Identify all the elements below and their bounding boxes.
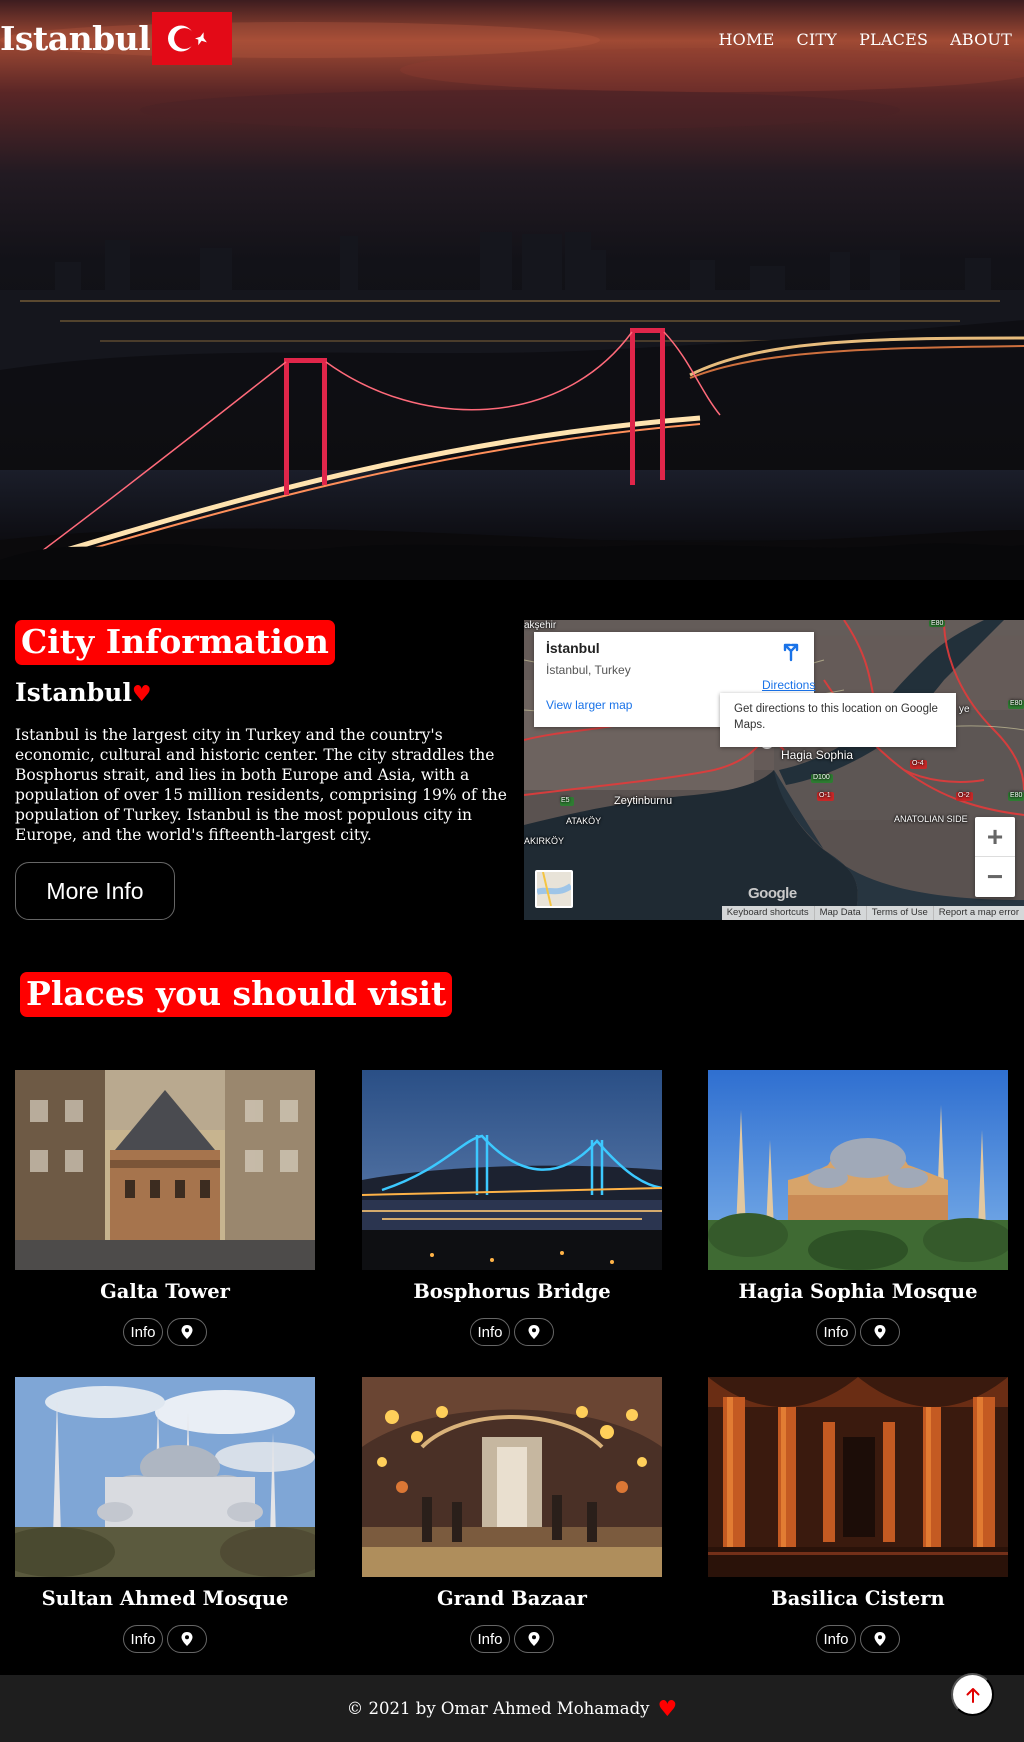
location-button[interactable] [514,1625,554,1653]
heart-icon: ♥ [131,681,152,707]
heart-icon: ♥ [657,1697,678,1722]
place-card: Galta Tower Info [15,1070,315,1370]
hagia-sophia-photo[interactable] [708,1070,1008,1270]
map-pin-icon [181,1632,193,1646]
city-description: Istanbul is the largest city in Turkey a… [15,726,507,844]
place-name: Galta Tower [100,1280,230,1303]
map-pin-icon [874,1632,886,1646]
place-actions: Info [362,1318,662,1346]
nav-places[interactable]: PLACES [859,30,928,49]
main-nav: HOME CITY PLACES ABOUT [719,30,1012,49]
arrow-up-icon [966,1687,979,1703]
place-actions: Info [708,1318,1008,1346]
place-card: Hagia Sophia Mosque Info [708,1070,1008,1370]
info-button[interactable]: Info [816,1625,856,1653]
map-data-link[interactable]: Map Data [813,906,866,920]
info-button[interactable]: Info [816,1318,856,1346]
nav-about[interactable]: ABOUT [950,30,1012,49]
city-name: Istanbul [15,678,132,707]
directions-link[interactable]: Directions [762,678,815,692]
map-shield-e80-b: E80 [931,620,944,627]
map-footer-links: Keyboard shortcuts Map Data Terms of Use… [721,906,1024,920]
place-card: Basilica Cistern Info [708,1377,1008,1677]
turkey-flag-icon [152,12,233,65]
city-name-heading: Istanbul♥ [15,678,152,707]
map-label-zeytinburnu: Zeytinburnu [614,795,673,807]
city-section-title: City Information [15,620,335,665]
location-button[interactable] [860,1318,900,1346]
location-button[interactable] [514,1318,554,1346]
zoom-in-button[interactable]: + [975,817,1015,857]
nav-city[interactable]: CITY [796,30,837,49]
basilica-cistern-photo[interactable] [708,1377,1008,1577]
map-shield-e80-a: E80 [1010,792,1023,799]
place-name: Grand Bazaar [437,1587,587,1610]
scroll-to-top-button[interactable] [951,1673,994,1716]
place-card: Sultan Ahmed Mosque Info [15,1377,315,1677]
map-label-hagia-sophia[interactable]: Hagia Sophia [781,748,853,762]
terms-of-use-link[interactable]: Terms of Use [865,906,933,920]
brand[interactable]: Istanbul [0,12,233,65]
map-shield-e80-c: E80 [1010,700,1023,707]
place-name: Bosphorus Bridge [413,1280,611,1303]
footer-credit: © 2021 by Omar Ahmed Mohamady ♥ [0,1675,1024,1742]
copyright-text: © 2021 by Omar Ahmed Mohamady [346,1699,650,1718]
map-pin-icon [181,1325,193,1339]
place-actions: Info [362,1625,662,1653]
directions-tooltip: Get directions to this location on Googl… [720,693,956,747]
map-shield-o2: O-2 [958,792,970,799]
google-map-embed[interactable]: akşehir Hagia Sophia Zeytinburnu ATAKÖY … [524,620,1024,920]
place-actions: Info [708,1625,1008,1653]
location-button[interactable] [167,1625,207,1653]
bosphorus-bridge-photo[interactable] [362,1070,662,1270]
map-shield-o4: O-4 [912,760,924,767]
map-pin-icon [874,1325,886,1339]
keyboard-shortcuts-link[interactable]: Keyboard shortcuts [722,906,814,920]
map-layer-toggle[interactable] [535,870,573,908]
zoom-out-button[interactable]: − [975,857,1015,897]
sultan-ahmed-mosque-photo[interactable] [15,1377,315,1577]
map-shield-e5: E5 [561,797,570,804]
directions-icon[interactable] [780,640,802,662]
map-zoom-control: + − [975,817,1015,897]
more-info-button[interactable]: More Info [15,862,175,920]
map-shield-d100: D100 [813,774,830,781]
hero-banner: Istanbul HOME CITY PLACES ABOUT [0,0,1024,580]
info-button[interactable]: Info [123,1318,163,1346]
map-place-title: İstanbul [546,640,600,656]
map-pin-icon [528,1632,540,1646]
info-button[interactable]: Info [470,1318,510,1346]
map-pin-icon [528,1325,540,1339]
place-name: Hagia Sophia Mosque [738,1280,978,1303]
location-button[interactable] [860,1625,900,1653]
map-place-subtitle: İstanbul, Turkey [546,663,631,677]
nav-home[interactable]: HOME [719,30,775,49]
brand-name: Istanbul [0,19,151,58]
footer: © 2021 by Omar Ahmed Mohamady ♥ [0,1675,1024,1742]
report-map-error-link[interactable]: Report a map error [932,906,1024,920]
map-label-aksehir: akşehir [524,620,557,631]
place-card: Grand Bazaar Info [362,1377,662,1677]
map-label-atakoy: ATAKÖY [566,816,602,826]
view-larger-map-link[interactable]: View larger map [546,698,632,712]
location-button[interactable] [167,1318,207,1346]
info-button[interactable]: Info [470,1625,510,1653]
map-shield-o1: O-1 [819,792,831,799]
map-label-ye: ye [959,704,970,715]
place-name: Sultan Ahmed Mosque [41,1587,289,1610]
hero-city-night-image [0,0,1024,580]
map-label-bakirkoy: AKIRKÖY [524,836,565,846]
place-card: Bosphorus Bridge Info [362,1070,662,1370]
grand-bazaar-photo[interactable] [362,1377,662,1577]
place-actions: Info [15,1625,315,1653]
place-name: Basilica Cistern [771,1587,945,1610]
galata-tower-photo[interactable] [15,1070,315,1270]
place-actions: Info [15,1318,315,1346]
google-logo: Google [748,885,797,902]
info-button[interactable]: Info [123,1625,163,1653]
places-section-title: Places you should visit [20,972,453,1017]
map-label-anatolian-side: ANATOLIAN SIDE [894,814,968,824]
